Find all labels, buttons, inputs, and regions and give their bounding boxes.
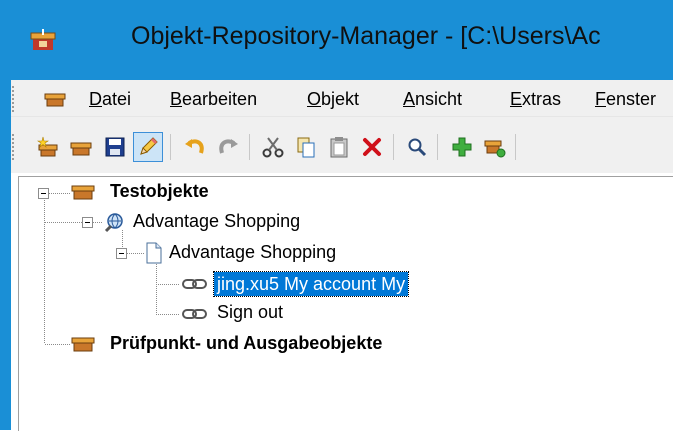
repository-app-icon[interactable] (30, 27, 56, 53)
tree-node-link-signout[interactable]: Sign out (217, 302, 283, 323)
paste-button[interactable] (324, 132, 354, 162)
tree-node-page[interactable]: Advantage Shopping (169, 242, 336, 263)
menu-box-icon[interactable] (44, 93, 66, 107)
menu-bar-grip[interactable] (12, 86, 14, 112)
expander-page[interactable] (116, 248, 127, 259)
tree-line (156, 284, 180, 285)
open-repository-button[interactable] (66, 132, 96, 162)
tree-line (49, 193, 71, 194)
link-chain-icon (182, 279, 207, 289)
window-title: Objekt-Repository-Manager - [C:\Users\Ac (131, 22, 601, 50)
pencil-icon (140, 137, 158, 155)
toolbar-grip[interactable] (12, 134, 14, 160)
edit-mode-button[interactable] (133, 132, 163, 162)
menu-bearbeiten[interactable]: Bearbeiten (170, 89, 257, 110)
save-button[interactable] (100, 132, 130, 162)
magnifier-icon (408, 138, 427, 157)
clipboard-icon (330, 137, 348, 158)
expander-testobjekte[interactable] (38, 188, 49, 199)
menu-ansicht[interactable]: Ansicht (403, 89, 462, 110)
tree-node-testobjekte[interactable]: Testobjekte (110, 181, 209, 202)
window-left-border (0, 0, 11, 430)
box-icon (70, 142, 92, 156)
undo-button[interactable] (180, 132, 210, 162)
floppy-disk-icon (105, 137, 125, 157)
tree-line (93, 222, 103, 223)
green-plus-icon (452, 137, 472, 157)
tree-line (44, 198, 45, 344)
toolbar-separator (515, 134, 516, 160)
toolbar-separator (393, 134, 394, 160)
copy-button[interactable] (291, 132, 321, 162)
tree-node-checkpoints[interactable]: Prüfpunkt- und Ausgabeobjekte (110, 333, 382, 354)
box-icon (71, 337, 95, 352)
tree-node-browser[interactable]: Advantage Shopping (133, 211, 300, 232)
update-objects-button[interactable] (480, 132, 510, 162)
menu-fenster[interactable]: Fenster (595, 89, 656, 110)
tree-line (156, 314, 180, 315)
toolbar-separator (170, 134, 171, 160)
box-refresh-icon (484, 140, 506, 158)
browser-globe-icon (104, 213, 123, 233)
tree-line (45, 344, 71, 345)
link-chain-icon (182, 309, 207, 319)
redo-arrow-icon (219, 139, 238, 154)
box-icon (71, 185, 95, 200)
new-repository-button[interactable] (33, 132, 63, 162)
redo-button[interactable] (213, 132, 243, 162)
tree-line (45, 222, 82, 223)
copy-icon (297, 137, 315, 158)
find-button[interactable] (402, 132, 432, 162)
menu-extras[interactable]: Extras (510, 89, 561, 110)
new-star-box-icon (37, 136, 58, 157)
menu-datei[interactable]: Datei (89, 89, 131, 110)
cut-button[interactable] (258, 132, 288, 162)
app-window: Objekt-Repository-Manager - [C:\Users\Ac… (0, 0, 673, 431)
tree-line (127, 253, 145, 254)
add-object-button[interactable] (447, 132, 477, 162)
page-document-icon (146, 242, 162, 264)
menu-objekt[interactable]: Objekt (307, 89, 359, 110)
red-x-icon (363, 138, 381, 156)
delete-button[interactable] (357, 132, 387, 162)
expander-browser[interactable] (82, 217, 93, 228)
undo-arrow-icon (185, 139, 204, 154)
toolbar-separator (249, 134, 250, 160)
toolbar-separator (437, 134, 438, 160)
tree-line (156, 260, 157, 314)
scissors-icon (262, 137, 284, 158)
tree-node-link-selected[interactable]: jing.xu5 My account My (212, 271, 410, 297)
